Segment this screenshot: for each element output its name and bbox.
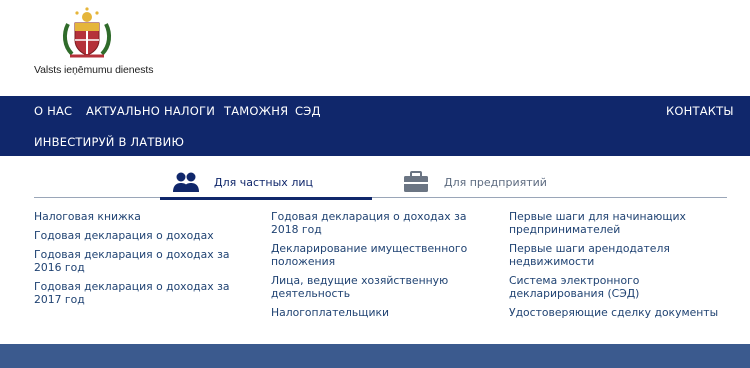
link-transaction-documents[interactable]: Удостоверяющие сделку документы [509, 306, 734, 319]
link-annual-declaration-2017[interactable]: Годовая декларация о доходах за 2017 год [34, 280, 259, 306]
link-eds-system[interactable]: Система электронного декларирования (СЭД… [509, 274, 734, 300]
link-annual-declaration[interactable]: Годовая декларация о доходах [34, 229, 259, 242]
tab-business-label: Для предприятий [444, 175, 547, 189]
links-column-1: Налоговая книжка Годовая декларация о до… [34, 210, 259, 312]
link-property-declaration[interactable]: Декларирование имущественного положения [271, 242, 496, 268]
tab-private-label: Для частных лиц [214, 175, 313, 189]
site-header: Valsts ieņēmumu dienests [0, 0, 750, 96]
link-first-steps-landlord[interactable]: Первые шаги арендодателя недвижимости [509, 242, 734, 268]
nav-item-news[interactable]: АКТУАЛЬНО [86, 104, 160, 118]
link-annual-declaration-2016[interactable]: Годовая декларация о доходах за 2016 год [34, 248, 259, 274]
nav-item-invest[interactable]: ИНВЕСТИРУЙ В ЛАТВИЮ [34, 135, 184, 149]
link-annual-declaration-2018[interactable]: Годовая декларация о доходах за 2018 год [271, 210, 496, 236]
nav-item-taxes[interactable]: НАЛОГИ [164, 104, 215, 118]
nav-item-customs[interactable]: ТАМОЖНЯ [224, 104, 288, 118]
nav-item-eds[interactable]: СЭД [295, 104, 321, 118]
briefcase-icon [404, 171, 428, 192]
tab-businesses[interactable]: Для предприятий [402, 166, 602, 198]
link-taxpayers[interactable]: Налогоплательщики [271, 306, 496, 319]
tab-private-persons[interactable]: Для частных лиц [160, 166, 372, 200]
audience-tabs: Для частных лиц Для предприятий [34, 166, 727, 200]
links-column-3: Первые шаги для начинающих предпринимате… [509, 210, 734, 325]
link-first-steps-entrepreneurs[interactable]: Первые шаги для начинающих предпринимате… [509, 210, 734, 236]
coat-of-arms-icon[interactable] [60, 6, 114, 62]
footer-bar [0, 344, 750, 368]
main-nav: О НАС АКТУАЛЬНО НАЛОГИ ТАМОЖНЯ СЭД КОНТА… [0, 96, 750, 156]
link-economic-activity[interactable]: Лица, ведущие хозяйственную деятельность [271, 274, 496, 300]
nav-item-contacts[interactable]: КОНТАКТЫ [666, 104, 734, 118]
links-column-2: Годовая декларация о доходах за 2018 год… [271, 210, 496, 325]
nav-item-about[interactable]: О НАС [34, 104, 72, 118]
people-icon [173, 172, 199, 192]
brand-name[interactable]: Valsts ieņēmumu dienests [34, 64, 153, 76]
link-tax-book[interactable]: Налоговая книжка [34, 210, 259, 223]
